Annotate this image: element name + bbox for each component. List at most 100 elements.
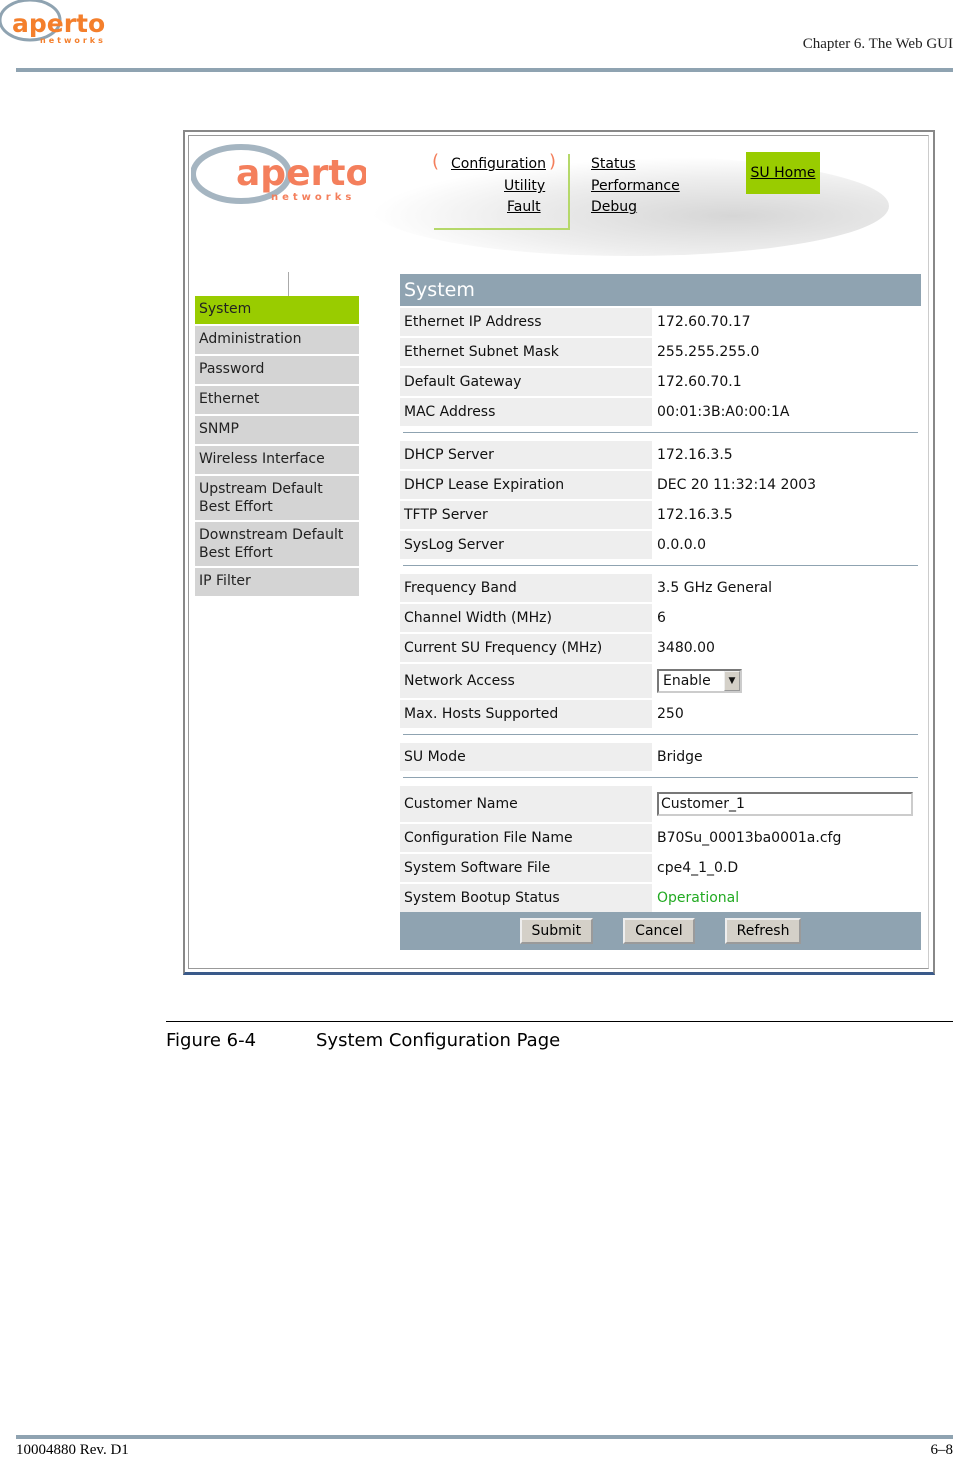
table-row: Max. Hosts Supported 250 xyxy=(400,700,921,728)
field-label: Frequency Band xyxy=(400,574,652,602)
group-separator xyxy=(403,777,918,778)
figure-title: System Configuration Page xyxy=(316,1030,561,1051)
divider xyxy=(288,272,289,296)
su-home-link[interactable]: SU Home xyxy=(751,165,816,181)
nav-configuration[interactable]: Configuration xyxy=(451,156,546,172)
svg-text:aperto: aperto xyxy=(236,153,366,194)
table-row: Customer Name Customer_1 xyxy=(400,786,921,822)
sidebar-item-downstream-default-best-effort[interactable]: Downstream Default Best Effort xyxy=(195,522,359,566)
table-row: System Software File cpe4_1_0.D xyxy=(400,854,921,882)
page-number: 6–8 xyxy=(930,1442,953,1458)
table-row: Frequency Band 3.5 GHz General xyxy=(400,574,921,602)
field-label: SysLog Server xyxy=(400,531,652,559)
nav-fault[interactable]: Fault xyxy=(507,199,541,215)
table-row: Ethernet Subnet Mask 255.255.255.0 xyxy=(400,338,921,366)
svg-text:networks: networks xyxy=(271,192,355,203)
svg-text:networks: networks xyxy=(40,36,106,45)
nav-debug[interactable]: Debug xyxy=(591,199,637,215)
figure-caption: Figure 6-4 System Configuration Page xyxy=(166,1021,953,1051)
footer-rule xyxy=(16,1435,953,1439)
paren-left-icon: ( xyxy=(432,151,440,172)
table-row: TFTP Server 172.16.3.5 xyxy=(400,501,921,529)
field-label: MAC Address xyxy=(400,398,652,426)
sidebar-item-ethernet[interactable]: Ethernet xyxy=(195,386,359,414)
customer-name-input[interactable]: Customer_1 xyxy=(657,792,913,816)
field-label: Configuration File Name xyxy=(400,824,652,852)
field-label: Ethernet IP Address xyxy=(400,308,652,336)
field-value: DEC 20 11:32:14 2003 xyxy=(657,477,817,493)
refresh-button[interactable]: Refresh xyxy=(724,918,802,944)
figure-number: Figure 6-4 xyxy=(166,1030,257,1051)
sidebar-item-system[interactable]: System xyxy=(195,296,359,324)
paren-right-icon: ) xyxy=(549,151,557,172)
chapter-title: Chapter 6. The Web GUI xyxy=(802,36,953,52)
field-value: 250 xyxy=(657,706,684,722)
field-value: 172.16.3.5 xyxy=(657,447,733,463)
aperto-logo: aperto networks xyxy=(0,0,120,50)
table-row: MAC Address 00:01:3B:A0:00:1A xyxy=(400,398,921,426)
field-value: B70Su_00013ba0001a.cfg xyxy=(657,830,842,846)
network-access-select[interactable]: Enable ▼ xyxy=(657,669,742,693)
field-label: Customer Name xyxy=(400,786,652,822)
field-value: 255.255.255.0 xyxy=(657,344,760,360)
table-row: SU Mode Bridge xyxy=(400,743,921,771)
select-value: Enable xyxy=(663,673,711,689)
sidebar-item-ip-filter[interactable]: IP Filter xyxy=(195,568,359,596)
field-label: DHCP Lease Expiration xyxy=(400,471,652,499)
table-row: SysLog Server 0.0.0.0 xyxy=(400,531,921,559)
table-row: System Bootup Status Operational xyxy=(400,884,921,912)
field-label: DHCP Server xyxy=(400,441,652,469)
panel-title: System xyxy=(400,274,921,306)
field-label: Ethernet Subnet Mask xyxy=(400,338,652,366)
nav-status[interactable]: Status xyxy=(591,156,636,172)
field-label: TFTP Server xyxy=(400,501,652,529)
group-separator xyxy=(403,432,918,433)
table-row: DHCP Server 172.16.3.5 xyxy=(400,441,921,469)
sidebar-item-snmp[interactable]: SNMP xyxy=(195,416,359,444)
field-label: Network Access xyxy=(400,664,652,698)
table-row: Channel Width (MHz) 6 xyxy=(400,604,921,632)
field-value: 3.5 GHz General xyxy=(657,580,773,596)
doc-number: 10004880 Rev. D1 xyxy=(16,1442,129,1458)
field-label: System Software File xyxy=(400,854,652,882)
table-row: DHCP Lease Expiration DEC 20 11:32:14 200… xyxy=(400,471,921,499)
field-value: Bridge xyxy=(657,749,703,765)
field-label: Max. Hosts Supported xyxy=(400,700,652,728)
nav-utility[interactable]: Utility xyxy=(504,178,545,194)
sidebar: System Administration Password Ethernet … xyxy=(195,296,359,598)
svg-text:aperto: aperto xyxy=(12,9,105,38)
system-panel: System Ethernet IP Address 172.60.70.17 E… xyxy=(400,274,921,950)
field-label: Default Gateway xyxy=(400,368,652,396)
field-value: cpe4_1_0.D xyxy=(657,860,739,876)
field-value: 00:01:3B:A0:00:1A xyxy=(657,404,790,420)
group-separator xyxy=(403,734,918,735)
nav-performance[interactable]: Performance xyxy=(591,178,680,194)
button-bar: Submit Cancel Refresh xyxy=(400,912,921,950)
sidebar-item-wireless-interface[interactable]: Wireless Interface xyxy=(195,446,359,474)
chevron-down-icon[interactable]: ▼ xyxy=(724,671,740,691)
field-value: 6 xyxy=(657,610,666,626)
field-label: System Bootup Status xyxy=(400,884,652,912)
cancel-button[interactable]: Cancel xyxy=(623,918,695,944)
table-row: Network Access Enable ▼ xyxy=(400,664,921,698)
field-label: Current SU Frequency (MHz) xyxy=(400,634,652,662)
submit-button[interactable]: Submit xyxy=(519,918,594,944)
header-rule xyxy=(16,68,953,72)
field-value: 172.60.70.17 xyxy=(657,314,751,330)
sidebar-item-administration[interactable]: Administration xyxy=(195,326,359,354)
screenshot-frame: aperto networks ( ) Configuration Utility… xyxy=(183,130,935,975)
field-value: 3480.00 xyxy=(657,640,715,656)
field-value: 0.0.0.0 xyxy=(657,537,706,553)
field-label: SU Mode xyxy=(400,743,652,771)
table-row: Configuration File Name B70Su_00013ba0001… xyxy=(400,824,921,852)
sidebar-item-upstream-default-best-effort[interactable]: Upstream Default Best Effort xyxy=(195,476,359,520)
field-value: 172.60.70.1 xyxy=(657,374,742,390)
sidebar-item-password[interactable]: Password xyxy=(195,356,359,384)
bootup-status-value: Operational xyxy=(657,890,740,906)
su-home-button[interactable]: SU Home xyxy=(746,152,820,194)
table-row: Ethernet IP Address 172.60.70.17 xyxy=(400,308,921,336)
table-row: Default Gateway 172.60.70.1 xyxy=(400,368,921,396)
table-row: Current SU Frequency (MHz) 3480.00 xyxy=(400,634,921,662)
screen-logo: aperto networks xyxy=(190,142,370,211)
field-value: 172.16.3.5 xyxy=(657,507,733,523)
